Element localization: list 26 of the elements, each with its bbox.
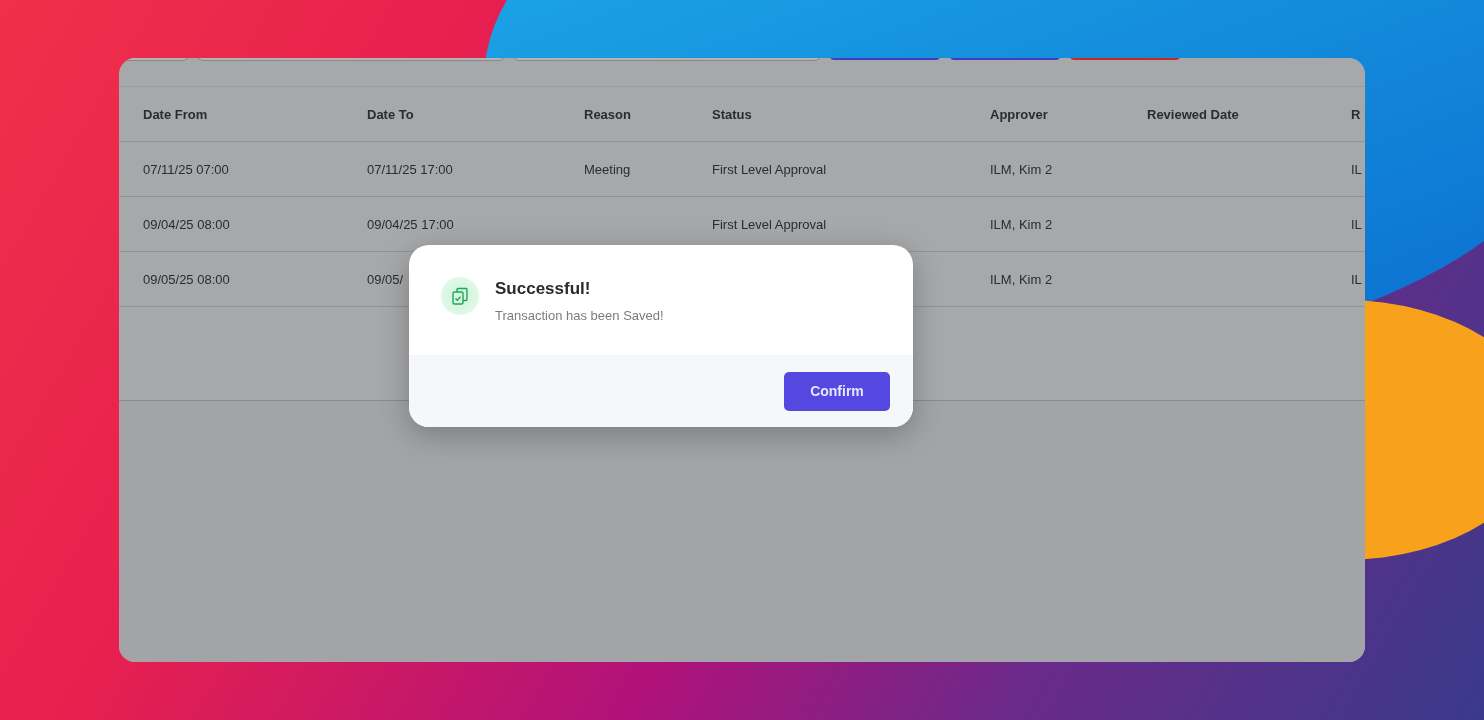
table-cell: 09/04/25 17:00: [367, 216, 454, 232]
table-cell: ILM, Kim 2: [990, 271, 1053, 287]
column-header: Date To: [367, 106, 414, 122]
table-cell: 09/05/: [367, 271, 404, 287]
table-cell: ILM, Kim 2: [990, 161, 1053, 177]
table-cell: 07/11/25 07:00: [143, 161, 229, 177]
confirm-button[interactable]: Confirm: [784, 371, 890, 411]
clipboard-check-icon: [441, 277, 479, 315]
table-cell: 09/04/25 08:00: [143, 216, 230, 232]
table-cell: IL: [1351, 216, 1362, 232]
dialog-title: Successful!: [495, 279, 592, 299]
column-header: Status: [712, 106, 752, 122]
column-header: R: [1351, 106, 1361, 122]
column-header: Approver: [990, 106, 1048, 122]
table-cell: ILM, Kim 2: [990, 216, 1053, 232]
dialog-message: Transaction has been Saved!: [495, 308, 664, 323]
table-cell: IL: [1351, 271, 1362, 287]
table-cell: IL: [1351, 161, 1362, 177]
table-cell: 07/11/25 17:00: [367, 161, 453, 177]
column-header: Date From: [143, 106, 208, 122]
column-header: Reason: [584, 106, 631, 122]
column-header: Reviewed Date: [1147, 106, 1239, 122]
table-cell: 09/05/25 08:00: [143, 271, 230, 287]
table-cell: First Level Approval: [712, 161, 827, 177]
table-cell: First Level Approval: [712, 216, 827, 232]
table-cell: Meeting: [584, 161, 631, 177]
